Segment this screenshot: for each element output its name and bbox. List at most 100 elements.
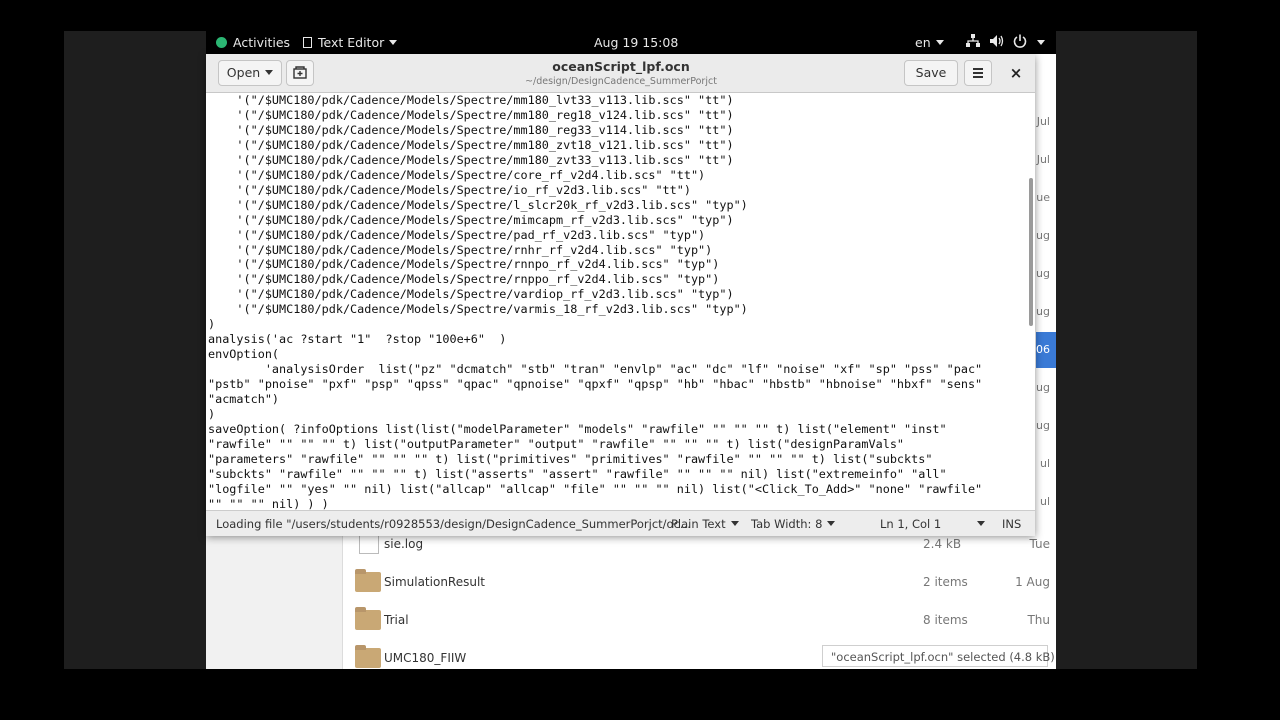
code-editor-area[interactable]: '("/$UMC180/pdk/Cadence/Models/Spectre/m… bbox=[206, 93, 1035, 510]
save-button[interactable]: Save bbox=[904, 60, 958, 86]
code-line[interactable]: '("/$UMC180/pdk/Cadence/Models/Spectre/m… bbox=[208, 108, 733, 122]
insert-mode-indicator[interactable]: INS bbox=[1002, 517, 1021, 531]
chevron-down-icon bbox=[935, 40, 944, 45]
language-label: Plain Text bbox=[671, 517, 726, 531]
code-line[interactable]: '("/$UMC180/pdk/Cadence/Models/Spectre/m… bbox=[208, 213, 733, 227]
network-icon[interactable] bbox=[966, 34, 980, 51]
row-date: ug bbox=[1036, 419, 1050, 432]
code-line[interactable]: "" "" "" nil) ) ) bbox=[208, 497, 329, 510]
menu-button[interactable] bbox=[964, 60, 992, 86]
file-size: 2.4 kB bbox=[923, 537, 962, 551]
code-line[interactable]: '("/$UMC180/pdk/Cadence/Models/Spectre/c… bbox=[208, 168, 705, 182]
file-name: UMC180_FIIW bbox=[384, 651, 467, 665]
chevron-down-icon bbox=[827, 521, 836, 526]
open-label: Open bbox=[226, 65, 261, 80]
header-bar: Open oceanScript_lpf.ocn ~/design/Design… bbox=[206, 54, 1035, 93]
file-modified: Thu bbox=[1027, 613, 1050, 627]
code-line[interactable]: '("/$UMC180/pdk/Cadence/Models/Spectre/l… bbox=[208, 198, 747, 212]
code-line[interactable]: '("/$UMC180/pdk/Cadence/Models/Spectre/v… bbox=[208, 302, 747, 316]
volume-icon[interactable] bbox=[989, 34, 1004, 51]
row-date: ul bbox=[1039, 495, 1050, 508]
new-tab-icon bbox=[293, 66, 307, 79]
selection-status: "oceanScript_lpf.ocn" selected (4.8 kB) bbox=[822, 645, 1055, 667]
code-line[interactable]: '("/$UMC180/pdk/Cadence/Models/Spectre/m… bbox=[208, 153, 733, 167]
window-subtitle: ~/design/DesignCadence_SummerPorjct bbox=[525, 76, 717, 87]
folder-icon bbox=[355, 569, 381, 592]
gnome-logo-icon bbox=[216, 37, 227, 48]
file-name: SimulationResult bbox=[384, 575, 485, 589]
cursor-position-label: Ln 1, Col 1 bbox=[880, 517, 942, 531]
activities-label: Activities bbox=[233, 35, 291, 50]
code-line[interactable]: ) bbox=[208, 317, 215, 331]
top-bar: Activities Text Editor Aug 19 15:08 en bbox=[206, 31, 1056, 54]
code-line[interactable]: "pstb" "pnoise" "pxf" "psp" "qpss" "qpac… bbox=[208, 377, 982, 391]
chevron-down-icon bbox=[265, 70, 274, 75]
code-line[interactable]: "subckts" "rawfile" "" "" "" t) list("as… bbox=[208, 467, 947, 481]
language-selector[interactable]: Plain Text bbox=[671, 517, 739, 531]
code-text[interactable]: '("/$UMC180/pdk/Cadence/Models/Spectre/m… bbox=[208, 93, 982, 510]
file-size: 2 items bbox=[923, 575, 968, 589]
row-date: ul bbox=[1039, 457, 1050, 470]
file-name: sie.log bbox=[384, 537, 424, 551]
power-icon[interactable] bbox=[1013, 34, 1027, 51]
vertical-scrollbar[interactable] bbox=[1029, 178, 1033, 326]
close-button[interactable]: × bbox=[1003, 60, 1029, 86]
row-date: ug bbox=[1036, 381, 1050, 394]
code-line[interactable]: '("/$UMC180/pdk/Cadence/Models/Spectre/r… bbox=[208, 272, 719, 286]
code-line[interactable]: envOption( bbox=[208, 347, 279, 361]
text-editor-icon bbox=[303, 37, 312, 48]
code-line[interactable]: '("/$UMC180/pdk/Cadence/Models/Spectre/i… bbox=[208, 183, 691, 197]
file-modified: 1 Aug bbox=[1015, 575, 1050, 589]
row-date: Jul bbox=[1036, 153, 1050, 166]
row-date: 06 bbox=[1036, 343, 1050, 356]
app-menu[interactable]: Text Editor bbox=[303, 35, 398, 50]
row-date: ue bbox=[1036, 191, 1050, 204]
code-line[interactable]: "rawfile" "" "" "" t) list("outputParame… bbox=[208, 437, 904, 451]
language-label: en bbox=[915, 35, 931, 50]
code-line[interactable]: ) bbox=[208, 407, 215, 421]
row-date: ug bbox=[1036, 305, 1050, 318]
code-line[interactable]: analysis('ac ?start "1" ?stop "100e+6" ) bbox=[208, 332, 506, 346]
code-line[interactable]: "logfile" "" "yes" "" nil) list("allcap"… bbox=[208, 482, 982, 496]
tab-width-label: Tab Width: 8 bbox=[751, 517, 823, 531]
code-line[interactable]: '("/$UMC180/pdk/Cadence/Models/Spectre/r… bbox=[208, 257, 719, 271]
code-line[interactable]: '("/$UMC180/pdk/Cadence/Models/Spectre/m… bbox=[208, 123, 733, 137]
new-document-button[interactable] bbox=[286, 60, 314, 86]
code-line[interactable]: "parameters" "rawfile" "" "" "" t) list(… bbox=[208, 452, 932, 466]
row-date: ug bbox=[1036, 267, 1050, 280]
chevron-down-icon bbox=[389, 40, 398, 45]
chevron-down-icon bbox=[1037, 40, 1045, 45]
text-editor-window: Open oceanScript_lpf.ocn ~/design/Design… bbox=[206, 54, 1035, 536]
system-menu-chevron[interactable] bbox=[1032, 35, 1045, 50]
cursor-position-selector[interactable]: Ln 1, Col 1 bbox=[880, 517, 986, 531]
folder-icon bbox=[355, 645, 381, 668]
tab-width-selector[interactable]: Tab Width: 8 bbox=[751, 517, 836, 531]
status-bar: Loading file "/users/students/r0928553/d… bbox=[206, 510, 1035, 536]
window-title: oceanScript_lpf.ocn bbox=[552, 59, 690, 74]
hamburger-menu-icon bbox=[973, 68, 983, 70]
language-indicator[interactable]: en bbox=[915, 35, 944, 50]
code-line[interactable]: '("/$UMC180/pdk/Cadence/Models/Spectre/m… bbox=[208, 138, 733, 152]
chevron-down-icon bbox=[977, 521, 986, 526]
code-line[interactable]: '("/$UMC180/pdk/Cadence/Models/Spectre/p… bbox=[208, 228, 705, 242]
code-line[interactable]: '("/$UMC180/pdk/Cadence/Models/Spectre/m… bbox=[208, 93, 733, 107]
activities-button[interactable]: Activities bbox=[216, 35, 290, 50]
row-date: Jul bbox=[1036, 115, 1050, 128]
code-line[interactable]: '("/$UMC180/pdk/Cadence/Models/Spectre/v… bbox=[208, 287, 733, 301]
file-name: Trial bbox=[384, 613, 409, 627]
status-message: Loading file "/users/students/r0928553/d… bbox=[216, 517, 691, 531]
code-line[interactable]: '("/$UMC180/pdk/Cadence/Models/Spectre/r… bbox=[208, 243, 712, 257]
code-line[interactable]: "acmatch") bbox=[208, 392, 279, 406]
list-item[interactable]: SimulationResult 2 items 1 Aug bbox=[343, 564, 1056, 602]
chevron-down-icon bbox=[730, 521, 739, 526]
code-line[interactable]: saveOption( ?infoOptions list(list("mode… bbox=[208, 422, 947, 436]
folder-icon bbox=[355, 607, 381, 630]
code-line[interactable]: 'analysisOrder list("pz" "dcmatch" "stb"… bbox=[208, 362, 982, 376]
file-modified: Tue bbox=[1029, 537, 1051, 551]
app-name: Text Editor bbox=[318, 35, 385, 50]
list-item[interactable]: Trial 8 items Thu bbox=[343, 602, 1056, 640]
row-date: ug bbox=[1036, 229, 1050, 242]
file-size: 8 items bbox=[923, 613, 968, 627]
open-button[interactable]: Open bbox=[218, 60, 282, 86]
clock[interactable]: Aug 19 15:08 bbox=[594, 35, 678, 50]
